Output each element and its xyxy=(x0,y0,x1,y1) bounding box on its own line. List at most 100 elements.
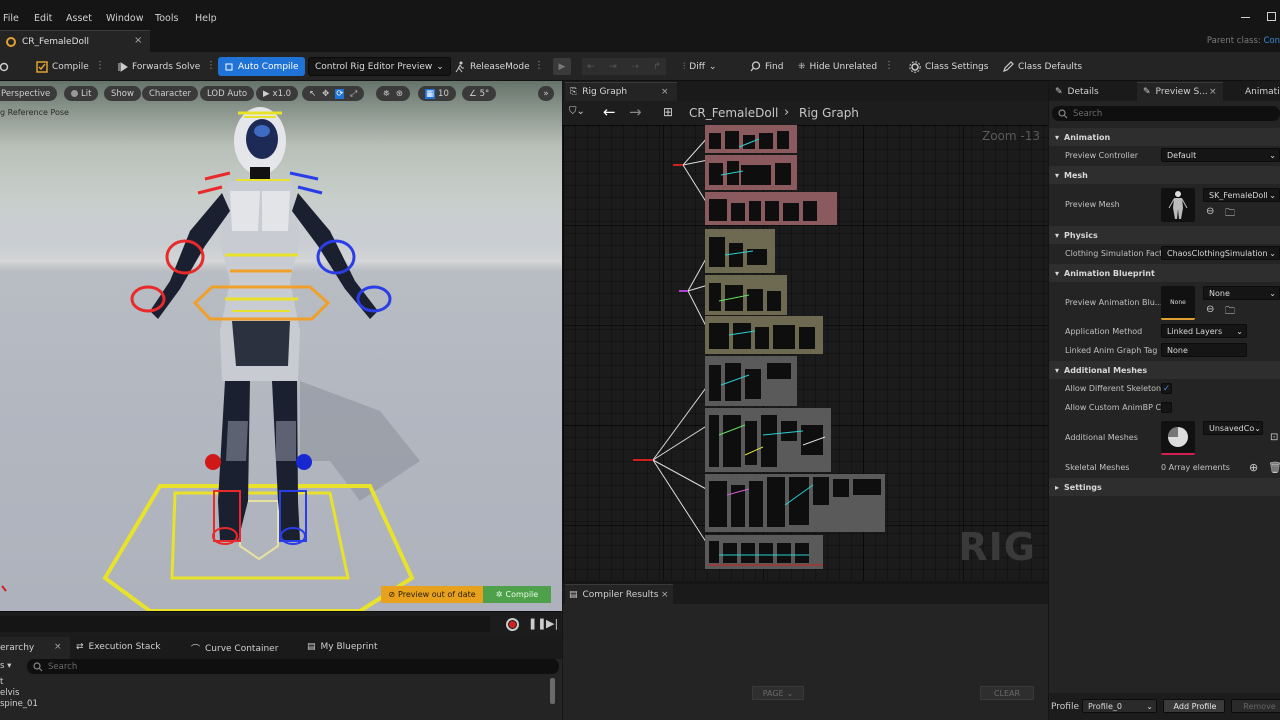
auto-compile-button[interactable]: Auto Compile xyxy=(218,57,305,76)
tab-details[interactable]: ✎ Details xyxy=(1049,82,1135,101)
character-button[interactable]: Character xyxy=(142,86,198,101)
allow-different-skeleton-checkbox[interactable]: ✓ xyxy=(1161,383,1172,394)
browse-to-asset-icon[interactable]: ⊖ xyxy=(1206,206,1214,217)
surface-snap-icon[interactable]: ⛯ xyxy=(383,89,390,99)
tree-item[interactable]: elvis xyxy=(0,688,19,698)
additional-meshes-thumbnail[interactable] xyxy=(1161,421,1195,455)
additional-meshes-dropdown[interactable]: UnsavedCo ⌄ xyxy=(1203,421,1263,435)
solve-options-icon[interactable]: ⋮ xyxy=(206,61,216,73)
profile-dropdown[interactable]: Profile_0 ⌄ xyxy=(1082,699,1157,713)
select-icon[interactable]: ↖ xyxy=(309,89,316,99)
close-tab-icon[interactable]: × xyxy=(1209,87,1217,97)
details-search-input[interactable]: Search xyxy=(1052,106,1280,121)
maximize-icon[interactable] xyxy=(1267,12,1276,21)
preview-compile-button[interactable]: ✲ Compile xyxy=(483,586,551,603)
hierarchy-filter-button[interactable]: s ▾ xyxy=(0,661,11,671)
step-out-icon[interactable]: ↱ xyxy=(653,62,661,72)
menu-window[interactable]: Window xyxy=(106,13,143,24)
section-settings[interactable]: ▸ Settings xyxy=(1049,478,1280,496)
step-into-icon[interactable]: ⇢ xyxy=(631,62,639,72)
step-back-icon[interactable]: ⇤ xyxy=(587,62,595,72)
class-settings-button[interactable]: Class Settings xyxy=(903,58,994,75)
minimize-icon[interactable] xyxy=(1241,17,1250,18)
tab-preview-settings[interactable]: ✎ Preview S... × xyxy=(1137,82,1223,101)
trash-icon[interactable]: 🗑 xyxy=(1268,461,1280,474)
compile-button[interactable]: Compile xyxy=(30,58,95,75)
perspective-button[interactable]: Perspective xyxy=(0,86,58,101)
tree-item[interactable]: t xyxy=(0,677,3,687)
add-element-icon[interactable]: ⊕ xyxy=(1249,461,1258,474)
bookmark-icon[interactable]: ⛉⌄ xyxy=(569,106,585,117)
tree-item[interactable]: spine_01 xyxy=(0,699,38,709)
forward-arrow-icon[interactable]: → xyxy=(629,103,642,121)
browse-folder-icon[interactable]: 🗀 xyxy=(1225,304,1235,321)
release-mode-button[interactable]: ReleaseMode xyxy=(448,58,536,75)
tab-compiler-results[interactable]: ▤ Compiler Results × xyxy=(565,584,673,604)
lod-button[interactable]: LOD Auto xyxy=(200,86,255,101)
close-tab-icon[interactable]: × xyxy=(661,590,669,600)
allow-custom-animbp-checkbox[interactable] xyxy=(1161,402,1172,413)
preview-mesh-dropdown[interactable]: SK_FemaleDoll ⌄ xyxy=(1203,188,1280,202)
settings-gear-icon[interactable] xyxy=(0,58,12,75)
tab-hierarchy[interactable]: erarchy × xyxy=(0,637,70,659)
add-profile-button[interactable]: Add Profile xyxy=(1163,699,1225,713)
clear-button[interactable]: CLEAR xyxy=(980,686,1034,700)
hierarchy-search-input[interactable]: Search xyxy=(27,659,559,674)
back-arrow-icon[interactable]: ← xyxy=(603,103,616,121)
menu-help[interactable]: Help xyxy=(195,13,217,24)
browse-folder-icon[interactable]: 🗀 xyxy=(1225,206,1235,223)
menu-tools[interactable]: Tools xyxy=(155,13,178,24)
preview-animation-dropdown[interactable]: None ⌄ xyxy=(1203,286,1280,300)
character-preview[interactable] xyxy=(0,81,562,611)
breadcrumb-asset[interactable]: CR_FemaleDoll xyxy=(689,106,778,120)
forwards-solve-button[interactable]: Forwards Solve xyxy=(112,58,206,75)
graph-hierarchy-icon[interactable]: ⊞ xyxy=(663,105,673,119)
menu-asset[interactable]: Asset xyxy=(66,13,92,24)
hide-options-icon[interactable]: ⋮ xyxy=(884,61,894,73)
step-button[interactable]: ▶ xyxy=(553,58,571,75)
lit-button[interactable]: Lit xyxy=(64,86,99,101)
tab-execution-stack[interactable]: ⇄ Execution Stack xyxy=(76,642,161,652)
menu-file[interactable]: File xyxy=(3,13,19,24)
menu-edit[interactable]: Edit xyxy=(34,13,52,24)
section-animation-blueprint[interactable]: ▾ Animation Blueprint xyxy=(1049,264,1280,282)
section-mesh[interactable]: ▾ Mesh xyxy=(1049,166,1280,184)
record-button[interactable] xyxy=(506,618,519,631)
angle-snap-button[interactable]: ∠ 5° xyxy=(462,86,497,101)
pause-icon[interactable]: ❚❚ xyxy=(528,617,546,630)
show-button[interactable]: Show xyxy=(104,86,141,101)
tab-curve-container[interactable]: ⌒ Curve Container xyxy=(191,642,278,656)
tab-rig-graph[interactable]: ⎘ Rig Graph × xyxy=(565,82,677,101)
breadcrumb-graph[interactable]: Rig Graph xyxy=(799,106,859,120)
diff-button[interactable]: ⫶ Diff ⌄ xyxy=(677,58,722,75)
step-forward-icon[interactable]: ▶| xyxy=(546,617,558,630)
viewport[interactable]: Perspective Lit Show Character LOD Auto … xyxy=(0,81,562,611)
section-animation[interactable]: ▾ Animation xyxy=(1049,128,1280,146)
scale-icon[interactable]: ⤢ xyxy=(350,89,357,99)
preview-animation-thumbnail[interactable]: None xyxy=(1161,286,1195,320)
timeline-track[interactable] xyxy=(0,616,490,632)
close-tab-icon[interactable]: × xyxy=(661,87,669,97)
document-tab[interactable]: CR_FemaleDoll × xyxy=(0,30,150,52)
remove-profile-button[interactable]: Remove xyxy=(1231,699,1280,713)
find-button[interactable]: Find xyxy=(744,58,789,75)
class-defaults-button[interactable]: Class Defaults xyxy=(996,58,1088,75)
playback-speed-button[interactable]: ▶ x1.0 xyxy=(256,86,299,101)
release-options-icon[interactable]: ⋮ xyxy=(534,61,544,73)
preview-mesh-thumbnail[interactable] xyxy=(1161,188,1195,222)
world-local-icon[interactable]: ⊛ xyxy=(396,89,403,99)
rotate-icon[interactable]: ⟳ xyxy=(335,88,345,99)
tab-my-blueprint[interactable]: ▤ My Blueprint xyxy=(307,642,378,652)
transport-controls[interactable]: ⇤ ⇥ ⇢ ↱ xyxy=(582,58,666,75)
linked-anim-graph-tag-input[interactable]: None xyxy=(1161,343,1247,357)
grid-snap-button[interactable]: ▦ 10 xyxy=(418,86,456,101)
section-physics[interactable]: ▾ Physics xyxy=(1049,226,1280,244)
section-additional-meshes[interactable]: ▾ Additional Meshes xyxy=(1049,361,1280,379)
rig-graph-canvas[interactable]: Zoom -13 RIG xyxy=(563,125,1048,581)
browse-to-asset-icon[interactable]: ⊖ xyxy=(1206,304,1214,315)
asset-picker-icon[interactable]: ⊡ xyxy=(1270,432,1278,443)
preview-out-of-date-button[interactable]: ⊘ Preview out of date xyxy=(381,586,483,603)
tab-animation[interactable]: Animatio xyxy=(1239,82,1280,101)
hide-unrelated-button[interactable]: ⁜ Hide Unrelated xyxy=(792,58,883,75)
viewport-options-button[interactable]: » xyxy=(538,86,554,101)
